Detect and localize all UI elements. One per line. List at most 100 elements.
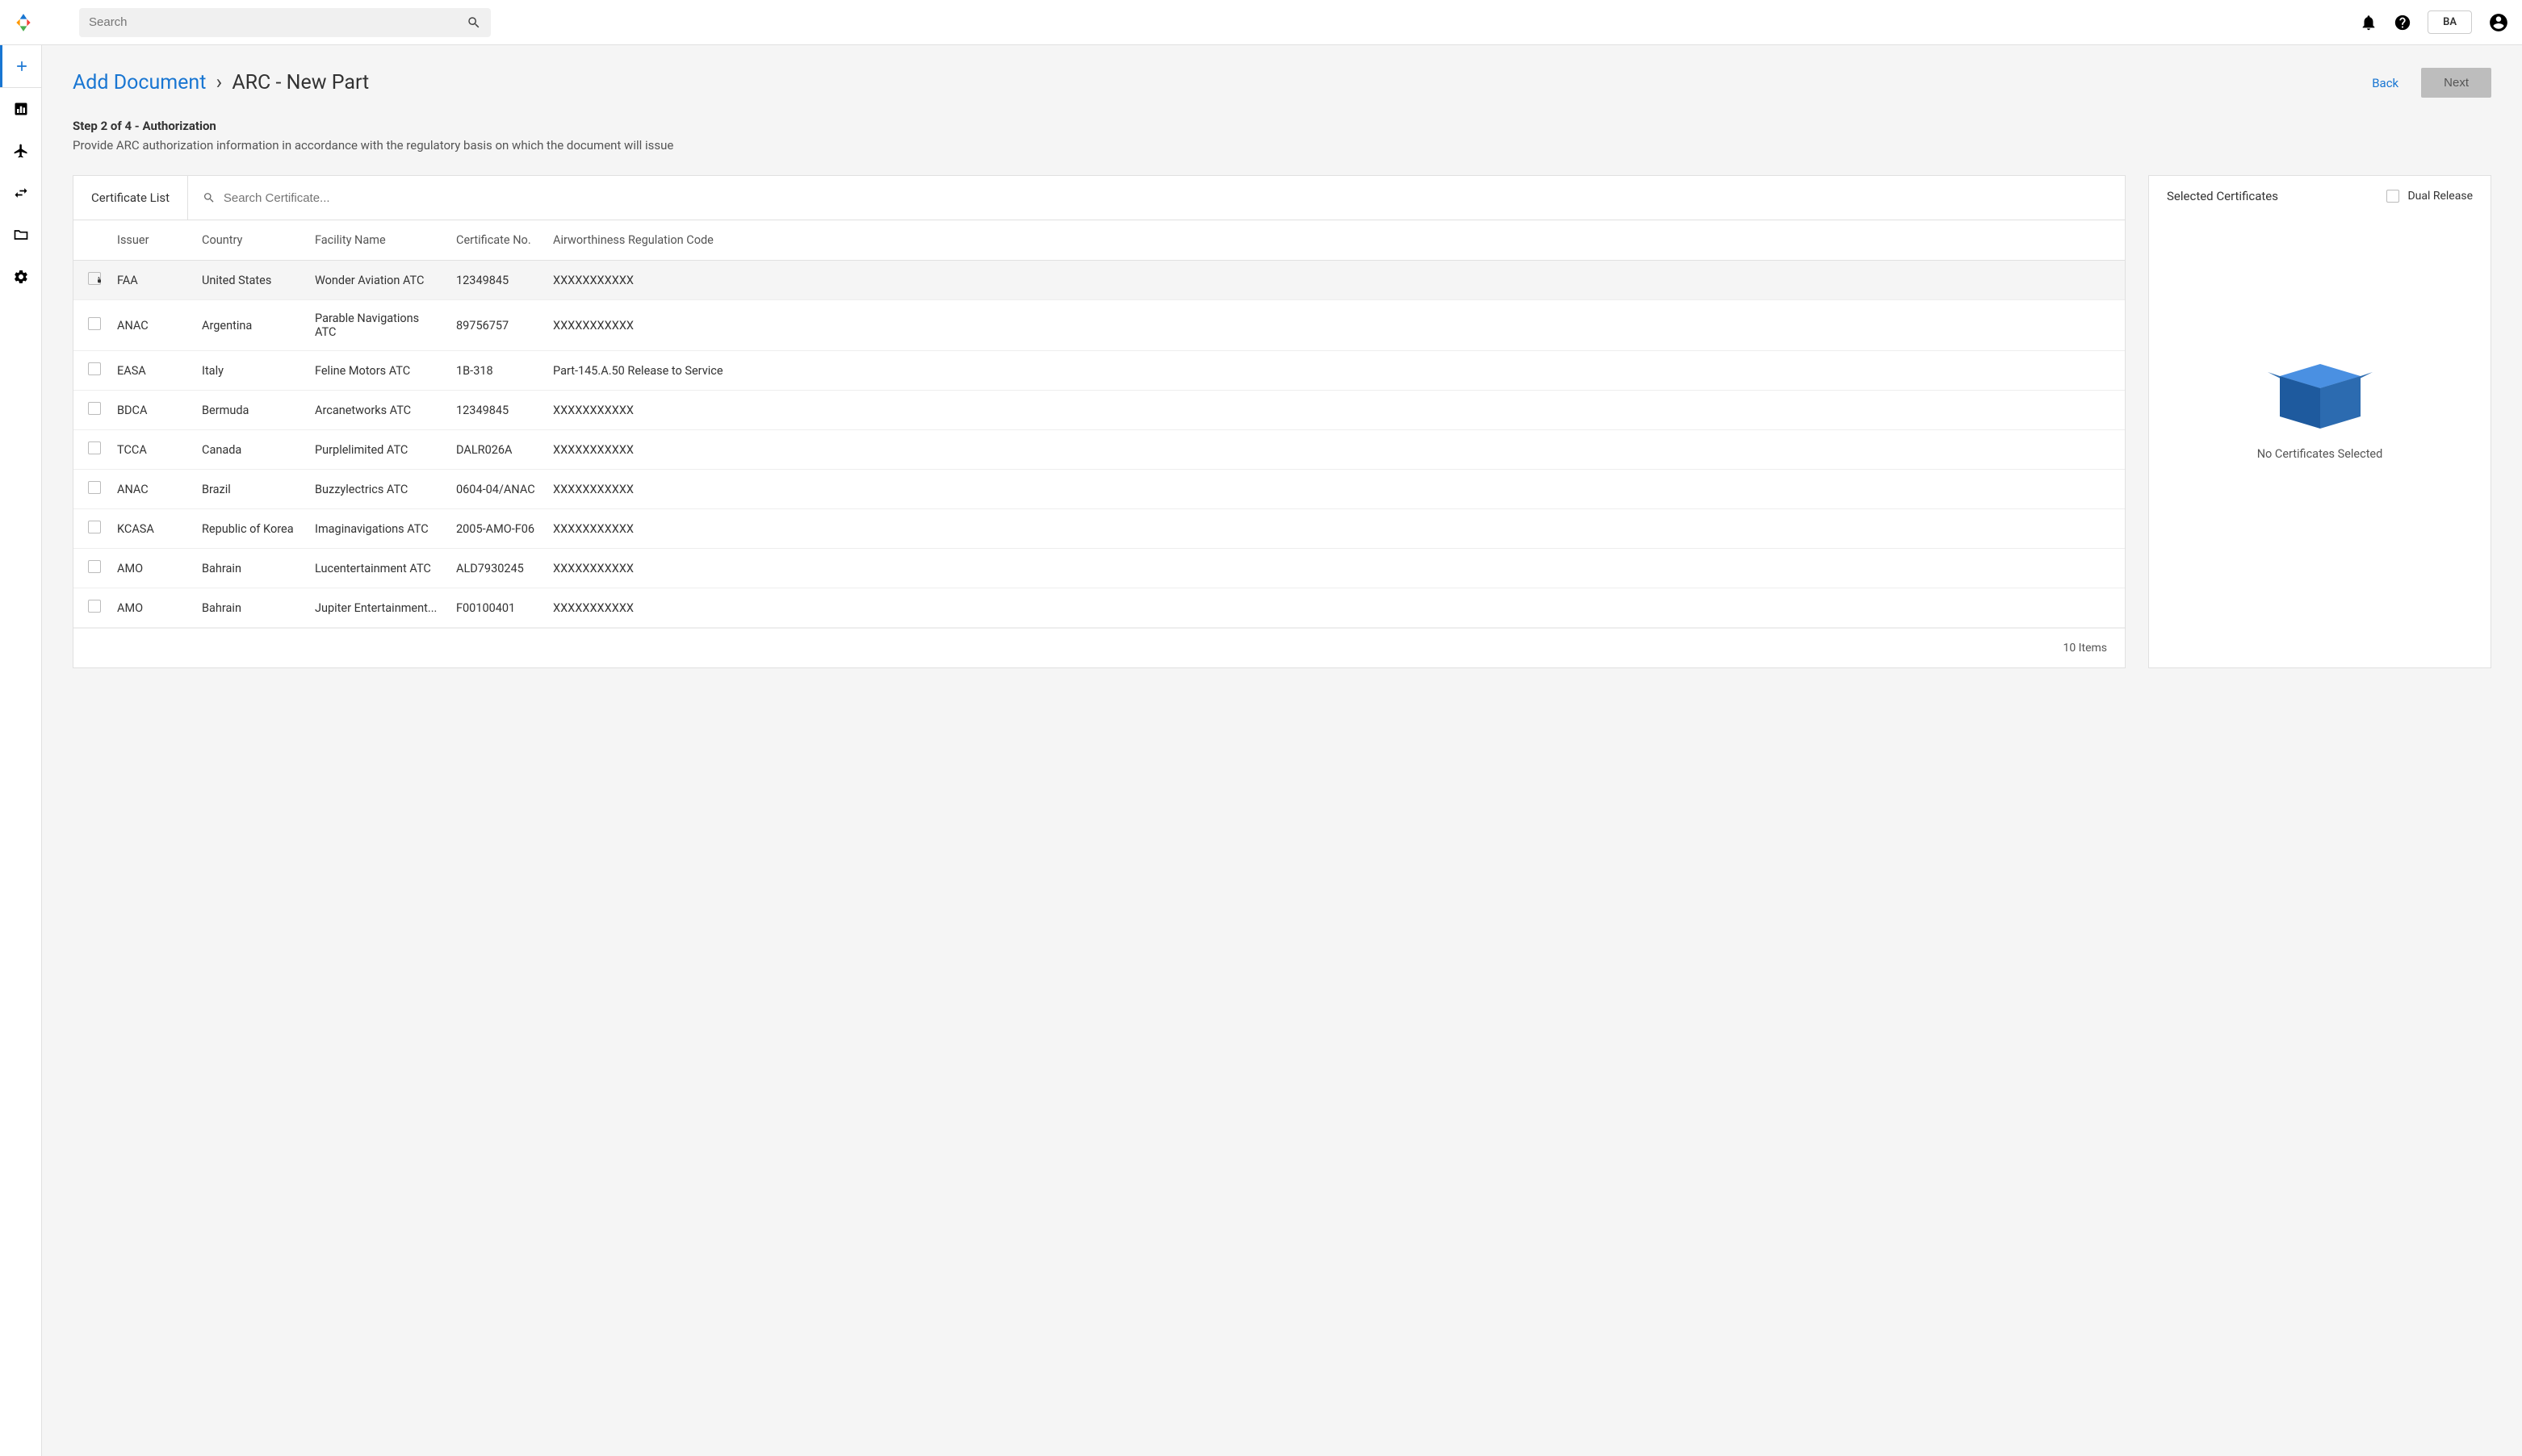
help-icon[interactable] — [2394, 14, 2411, 31]
row-checkbox[interactable] — [88, 317, 101, 330]
breadcrumb-current: ARC - New Part — [232, 71, 369, 94]
left-sidebar — [0, 45, 42, 1456]
cell-issuer: TCCA — [109, 430, 194, 470]
cell-facility: Buzzylectrics ATC — [307, 470, 448, 509]
dual-release-label: Dual Release — [2407, 190, 2473, 203]
row-checkbox[interactable] — [88, 402, 101, 415]
table-row[interactable]: KCASARepublic of KoreaImaginavigations A… — [73, 509, 2125, 549]
cell-facility: Jupiter Entertainment... — [307, 588, 448, 628]
selected-certificates-panel: Selected Certificates Dual Release No — [2148, 175, 2491, 668]
cell-reg_code: XXXXXXXXXXX — [545, 509, 2125, 549]
header-actions: BA — [2360, 10, 2509, 34]
cell-reg_code: XXXXXXXXXXX — [545, 391, 2125, 430]
step-description: Provide ARC authorization information in… — [73, 138, 2491, 153]
cell-issuer: AMO — [109, 588, 194, 628]
cell-reg_code: XXXXXXXXXXX — [545, 588, 2125, 628]
table-row[interactable]: FAAUnited StatesWonder Aviation ATC12349… — [73, 261, 2125, 300]
table-row[interactable]: BDCABermudaArcanetworks ATC12349845XXXXX… — [73, 391, 2125, 430]
sidebar-item-settings[interactable] — [0, 256, 41, 298]
row-checkbox[interactable] — [88, 441, 101, 454]
cell-cert_no: 12349845 — [448, 261, 545, 300]
cell-issuer: EASA — [109, 351, 194, 391]
certificate-list-tab: Certificate List — [73, 176, 188, 220]
column-facility: Facility Name — [307, 220, 448, 261]
breadcrumb-link[interactable]: Add Document — [73, 71, 206, 94]
row-checkbox[interactable] — [88, 362, 101, 375]
cell-issuer: ANAC — [109, 470, 194, 509]
column-reg-code: Airworthiness Regulation Code — [545, 220, 2125, 261]
column-cert-no: Certificate No. — [448, 220, 545, 261]
row-checkbox[interactable] — [88, 600, 101, 613]
airplane-icon — [13, 143, 29, 159]
global-search-input[interactable] — [89, 15, 460, 29]
sidebar-item-transfer[interactable] — [0, 172, 41, 214]
cell-cert_no: 12349845 — [448, 391, 545, 430]
chevron-right-icon: › — [216, 71, 223, 94]
sidebar-item-folder[interactable] — [0, 214, 41, 256]
sidebar-item-add[interactable] — [0, 45, 41, 87]
cell-country: Bermuda — [194, 391, 307, 430]
swap-icon — [13, 185, 29, 201]
back-button[interactable]: Back — [2362, 69, 2408, 97]
plus-icon — [14, 58, 30, 74]
table-row[interactable]: ANACBrazilBuzzylectrics ATC0604-04/ANACX… — [73, 470, 2125, 509]
cell-reg_code: Part-145.A.50 Release to Service — [545, 351, 2125, 391]
cell-issuer: FAA — [109, 261, 194, 300]
table-row[interactable]: AMOBahrainLucentertainment ATCALD7930245… — [73, 549, 2125, 588]
table-row[interactable]: TCCACanadaPurplelimited ATCDALR026AXXXXX… — [73, 430, 2125, 470]
certificate-table: Issuer Country Facility Name Certificate… — [73, 220, 2125, 628]
cell-facility: Feline Motors ATC — [307, 351, 448, 391]
row-checkbox[interactable] — [88, 521, 101, 533]
cell-country: Bahrain — [194, 588, 307, 628]
breadcrumb: Add Document › ARC - New Part — [73, 71, 369, 94]
search-icon — [203, 191, 216, 204]
cell-issuer: ANAC — [109, 300, 194, 351]
sidebar-item-aviation[interactable] — [0, 130, 41, 172]
folder-icon — [13, 227, 29, 243]
app-logo — [13, 12, 34, 33]
cell-country: Argentina — [194, 300, 307, 351]
certificate-search[interactable] — [188, 191, 2125, 205]
next-button[interactable]: Next — [2421, 68, 2491, 98]
sidebar-item-dashboard[interactable] — [0, 88, 41, 130]
cell-facility: Lucentertainment ATC — [307, 549, 448, 588]
cell-cert_no: F00100401 — [448, 588, 545, 628]
table-footer-count: 10 Items — [73, 628, 2125, 667]
table-row[interactable]: AMOBahrainJupiter Entertainment...F00100… — [73, 588, 2125, 628]
table-row[interactable]: ANACArgentinaParable Navigations ATC8975… — [73, 300, 2125, 351]
cell-facility: Wonder Aviation ATC — [307, 261, 448, 300]
cell-facility: Parable Navigations ATC — [307, 300, 448, 351]
step-title: Step 2 of 4 - Authorization — [73, 119, 2491, 133]
cell-reg_code: XXXXXXXXXXX — [545, 300, 2125, 351]
global-search[interactable] — [79, 8, 491, 37]
selected-certificates-title: Selected Certificates — [2167, 189, 2278, 203]
cell-issuer: KCASA — [109, 509, 194, 549]
cell-country: Italy — [194, 351, 307, 391]
cell-country: Bahrain — [194, 549, 307, 588]
search-icon — [467, 15, 481, 30]
cell-cert_no: 89756757 — [448, 300, 545, 351]
account-icon[interactable] — [2488, 12, 2509, 33]
cell-cert_no: ALD7930245 — [448, 549, 545, 588]
chart-icon — [13, 101, 29, 117]
row-checkbox[interactable] — [88, 481, 101, 494]
cell-country: Republic of Korea — [194, 509, 307, 549]
cell-country: Canada — [194, 430, 307, 470]
certificate-search-input[interactable] — [224, 191, 2110, 205]
cell-reg_code: XXXXXXXXXXX — [545, 430, 2125, 470]
user-initials-button[interactable]: BA — [2428, 10, 2472, 34]
row-checkbox[interactable] — [88, 560, 101, 573]
main-content: Add Document › ARC - New Part Back Next … — [42, 45, 2522, 1456]
empty-box-icon — [2268, 352, 2373, 433]
cell-reg_code: XXXXXXXXXXX — [545, 470, 2125, 509]
column-country: Country — [194, 220, 307, 261]
notifications-icon[interactable] — [2360, 14, 2377, 31]
top-header: BA — [0, 0, 2522, 45]
certificate-list-panel: Certificate List Issuer Country Facility… — [73, 175, 2126, 668]
dual-release-checkbox[interactable] — [2386, 190, 2399, 203]
cell-cert_no: 1B-318 — [448, 351, 545, 391]
cell-cert_no: DALR026A — [448, 430, 545, 470]
cell-reg_code: XXXXXXXXXXX — [545, 549, 2125, 588]
column-issuer: Issuer — [109, 220, 194, 261]
table-row[interactable]: EASAItalyFeline Motors ATC1B-318Part-145… — [73, 351, 2125, 391]
